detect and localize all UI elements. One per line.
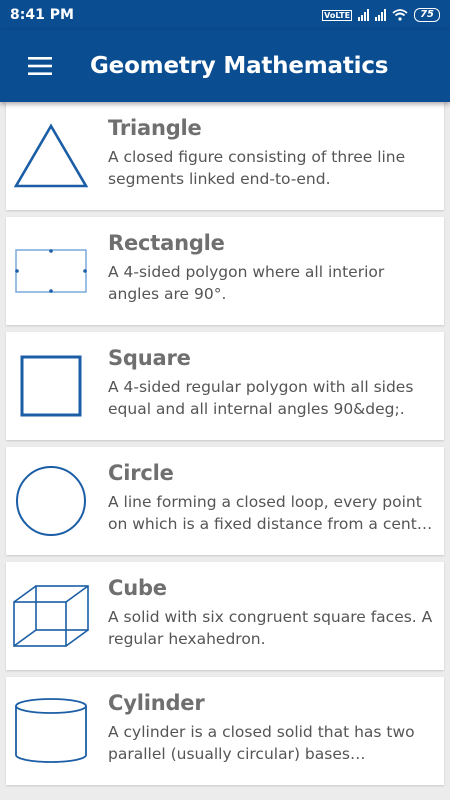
item-title: Circle [108, 461, 174, 485]
menu-button[interactable] [0, 30, 80, 102]
signal-icon-secondary [375, 9, 387, 21]
circle-icon [6, 447, 96, 555]
item-title: Cube [108, 576, 167, 600]
volte-icon: VoLTE [322, 9, 353, 21]
list-item-rectangle[interactable]: Rectangle A 4-sided polygon where all in… [6, 217, 444, 325]
app-bar: Geometry Mathematics [0, 30, 450, 102]
item-description: A closed figure consisting of three line… [108, 148, 406, 188]
list-item-circle[interactable]: Circle A line forming a closed loop, eve… [6, 447, 444, 555]
cylinder-icon [6, 677, 96, 785]
item-title: Triangle [108, 116, 202, 140]
cube-icon [6, 562, 96, 670]
item-description: A solid with six congruent square faces.… [108, 608, 433, 648]
wifi-icon [392, 9, 408, 21]
list-item-square[interactable]: Square A 4-sided regular polygon with al… [6, 332, 444, 440]
item-title: Square [108, 346, 191, 370]
status-icons: VoLTE 75 [322, 8, 440, 22]
item-description: A line forming a closed loop, every poin… [108, 493, 433, 533]
triangle-icon [6, 102, 96, 210]
item-title: Rectangle [108, 231, 225, 255]
battery-icon: 75 [414, 8, 440, 22]
item-title: Cylinder [108, 691, 205, 715]
app-title: Geometry Mathematics [90, 53, 389, 79]
item-description: A 4-sided polygon where all interior ang… [108, 263, 385, 303]
item-description: A cylinder is a closed solid that has tw… [108, 723, 415, 763]
list-item-triangle[interactable]: Triangle A closed figure consisting of t… [6, 102, 444, 210]
square-icon [6, 332, 96, 440]
list-item-cube[interactable]: Cube A solid with six congruent square f… [6, 562, 444, 670]
list-item-cylinder[interactable]: Cylinder A cylinder is a closed solid th… [6, 677, 444, 785]
rectangle-icon [6, 217, 96, 325]
shape-list: Triangle A closed figure consisting of t… [0, 102, 450, 800]
status-bar: 8:41 PM VoLTE 75 [0, 0, 450, 30]
signal-icon [358, 9, 370, 21]
item-description: A 4-sided regular polygon with all sides… [108, 378, 414, 418]
hamburger-icon [28, 57, 52, 75]
status-time: 8:41 PM [10, 7, 74, 23]
